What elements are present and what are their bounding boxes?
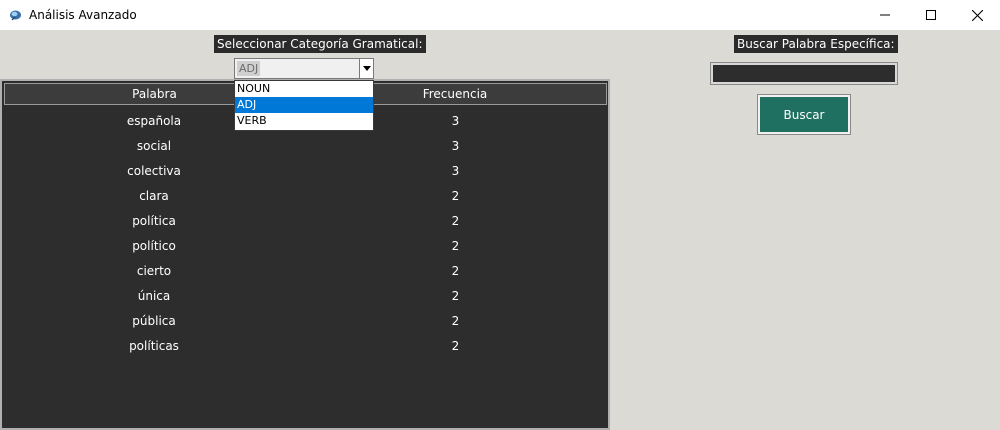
frequency-cell: 3 bbox=[451, 163, 460, 178]
category-combobox[interactable]: ADJ bbox=[234, 58, 374, 79]
maximize-icon bbox=[926, 10, 936, 20]
frequency-cell: 2 bbox=[451, 288, 460, 303]
window-controls bbox=[862, 0, 1000, 30]
category-dropdown-list: NOUN ADJ VERB bbox=[234, 80, 374, 131]
dropdown-option-noun[interactable]: NOUN bbox=[235, 81, 373, 97]
frequency-cell: 2 bbox=[451, 188, 460, 203]
frequency-cell: 2 bbox=[451, 338, 460, 353]
word-cell: políticas bbox=[129, 338, 179, 353]
close-button[interactable] bbox=[954, 0, 1000, 30]
maximize-button[interactable] bbox=[908, 0, 954, 30]
dropdown-option-verb[interactable]: VERB bbox=[235, 113, 373, 129]
frequency-cell: 2 bbox=[451, 263, 460, 278]
table-body: española 3 social 3 colectiva 3 clara 2 … bbox=[4, 108, 607, 358]
minimize-icon bbox=[880, 14, 890, 16]
table-row[interactable]: pública 2 bbox=[4, 308, 607, 333]
frequency-cell: 2 bbox=[451, 313, 460, 328]
table-row[interactable]: social 3 bbox=[4, 133, 607, 158]
table-row[interactable]: clara 2 bbox=[4, 183, 607, 208]
word-cell: clara bbox=[139, 188, 169, 203]
frequency-cell: 2 bbox=[451, 238, 460, 253]
frequency-table: Palabra Frecuencia española 3 social 3 c… bbox=[0, 79, 610, 430]
word-cell: cierto bbox=[136, 263, 172, 278]
table-row[interactable]: políticas 2 bbox=[4, 333, 607, 358]
search-label: Buscar Palabra Específica: bbox=[734, 35, 898, 53]
combobox-arrow-button[interactable] bbox=[359, 59, 373, 78]
close-icon bbox=[971, 9, 983, 21]
word-cell: colectiva bbox=[127, 163, 181, 178]
category-selected-value: ADJ bbox=[237, 61, 261, 76]
word-cell: única bbox=[137, 288, 171, 303]
search-button[interactable]: Buscar bbox=[757, 94, 851, 135]
word-cell: política bbox=[132, 213, 176, 228]
word-cell: social bbox=[136, 138, 172, 153]
table-row[interactable]: colectiva 3 bbox=[4, 158, 607, 183]
table-row[interactable]: política 2 bbox=[4, 208, 607, 233]
category-label: Seleccionar Categoría Gramatical: bbox=[214, 35, 426, 53]
frequency-cell: 3 bbox=[451, 138, 460, 153]
word-cell: político bbox=[132, 238, 176, 253]
minimize-button[interactable] bbox=[862, 0, 908, 30]
frequency-cell: 2 bbox=[451, 213, 460, 228]
chevron-down-icon bbox=[362, 66, 371, 71]
word-cell: pública bbox=[132, 313, 176, 328]
title-bar: Análisis Avanzado bbox=[0, 0, 1000, 30]
table-row[interactable]: única 2 bbox=[4, 283, 607, 308]
dropdown-option-adj[interactable]: ADJ bbox=[235, 97, 373, 113]
table-row[interactable]: cierto 2 bbox=[4, 258, 607, 283]
window-title: Análisis Avanzado bbox=[29, 8, 137, 22]
search-input[interactable] bbox=[710, 62, 898, 85]
feather-app-icon bbox=[8, 8, 22, 22]
table-row[interactable]: político 2 bbox=[4, 233, 607, 258]
